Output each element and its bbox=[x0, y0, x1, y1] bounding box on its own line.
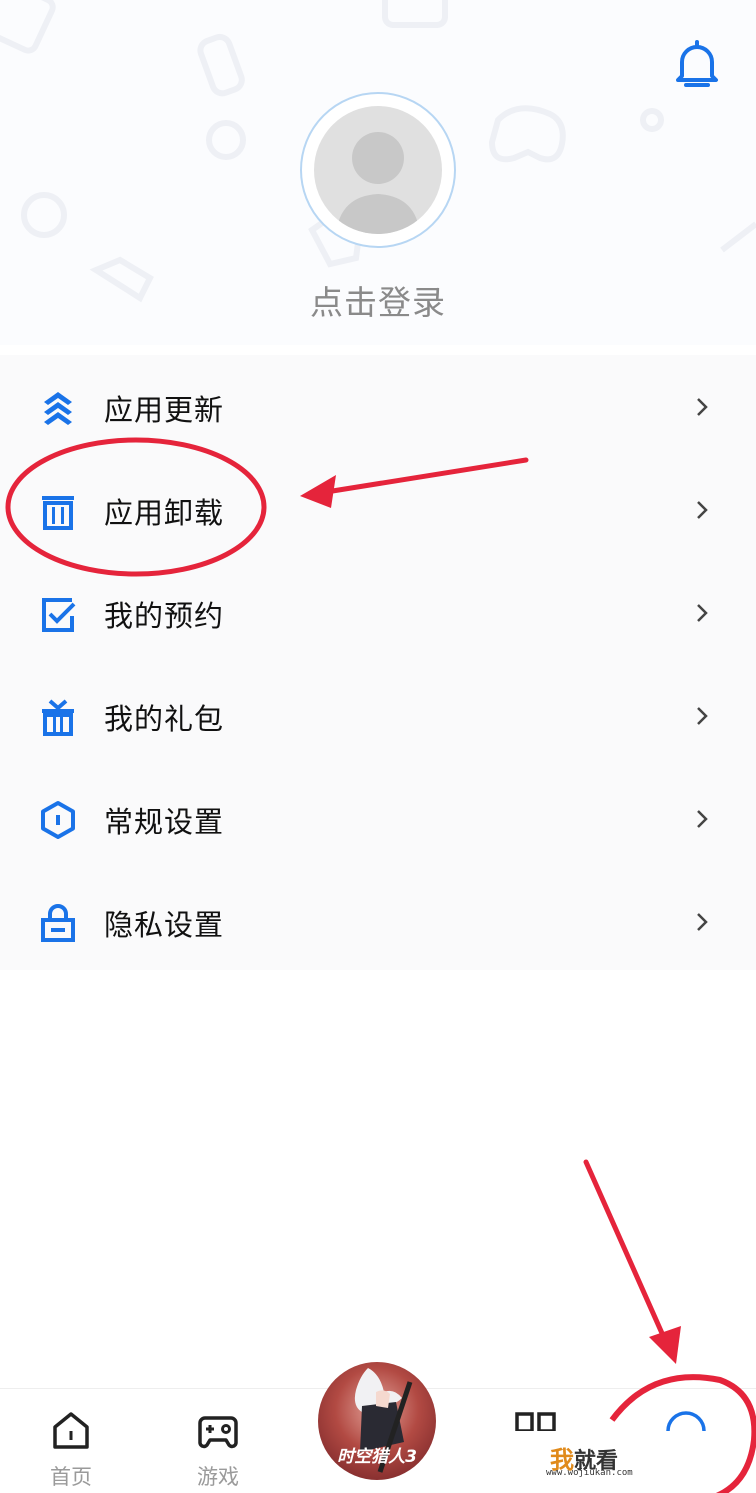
chevron-right-icon bbox=[697, 707, 708, 725]
featured-game-title: 时空猎人3 bbox=[337, 1447, 417, 1467]
chevron-right-icon bbox=[697, 398, 708, 416]
featured-game-button[interactable]: 时空猎人3 bbox=[318, 1362, 436, 1480]
gamepad-icon bbox=[198, 1416, 238, 1449]
menu-item-label: 应用卸载 bbox=[104, 496, 225, 530]
checklist-icon bbox=[38, 594, 78, 634]
profile-icon[interactable] bbox=[664, 1411, 708, 1431]
menu-item-my-gifts[interactable]: 我的礼包 bbox=[0, 664, 756, 767]
menu-item-app-uninstall[interactable]: 应用卸载 bbox=[0, 458, 756, 561]
update-layers-icon bbox=[38, 388, 78, 428]
home-icon bbox=[53, 1412, 89, 1449]
gift-icon bbox=[38, 697, 78, 737]
menu-item-label: 常规设置 bbox=[104, 805, 225, 839]
chevron-right-icon bbox=[697, 913, 708, 931]
nav-games[interactable]: 游戏 bbox=[163, 1389, 273, 1493]
trash-icon bbox=[38, 491, 78, 531]
settings-menu: 应用更新 应用卸载 我的预约 我的礼包 常规设置 隐私设置 bbox=[0, 355, 756, 970]
chevron-right-icon bbox=[697, 810, 708, 828]
profile-header: 点击登录 bbox=[0, 0, 756, 345]
watermark-url: www.wojiukan.com bbox=[546, 1468, 633, 1478]
nav-home-label: 首页 bbox=[50, 1465, 92, 1489]
menu-item-my-reservations[interactable]: 我的预约 bbox=[0, 561, 756, 664]
menu-item-general-settings[interactable]: 常规设置 bbox=[0, 767, 756, 870]
nav-games-label: 游戏 bbox=[197, 1465, 239, 1489]
menu-item-label: 隐私设置 bbox=[104, 908, 225, 942]
watermark-logo: 我就看 www.wojiukan.com bbox=[546, 1440, 666, 1480]
grid-icon[interactable] bbox=[514, 1411, 558, 1431]
menu-item-app-update[interactable]: 应用更新 bbox=[0, 355, 756, 458]
menu-item-label: 应用更新 bbox=[104, 393, 225, 427]
lock-icon bbox=[38, 903, 78, 943]
avatar[interactable] bbox=[300, 92, 456, 248]
menu-item-label: 我的预约 bbox=[104, 599, 225, 633]
chevron-right-icon bbox=[697, 501, 708, 519]
menu-item-privacy-settings[interactable]: 隐私设置 bbox=[0, 870, 756, 973]
menu-item-label: 我的礼包 bbox=[104, 702, 225, 736]
default-avatar-icon bbox=[314, 106, 442, 234]
settings-hexagon-icon bbox=[38, 800, 78, 840]
login-prompt[interactable]: 点击登录 bbox=[278, 276, 478, 324]
notification-bell-icon[interactable] bbox=[672, 38, 722, 92]
chevron-right-icon bbox=[697, 604, 708, 622]
nav-home[interactable]: 首页 bbox=[16, 1389, 126, 1493]
